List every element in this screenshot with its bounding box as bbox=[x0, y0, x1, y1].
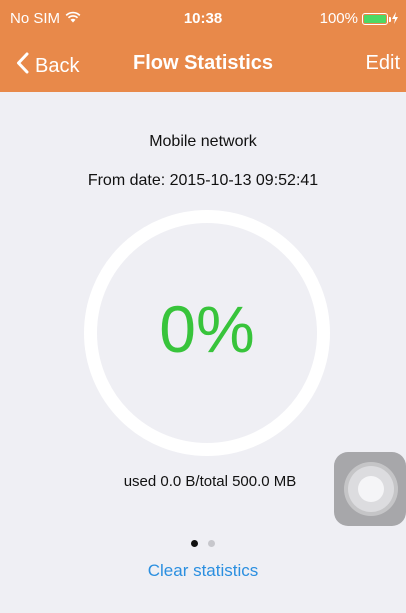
edit-button[interactable]: Edit bbox=[366, 52, 400, 75]
assistive-touch-button[interactable] bbox=[334, 452, 406, 526]
battery-group: 100% bbox=[320, 10, 398, 27]
battery-icon bbox=[362, 12, 391, 25]
assistive-touch-core bbox=[358, 476, 384, 502]
page-indicator[interactable] bbox=[0, 540, 406, 547]
page-dot-1[interactable] bbox=[191, 540, 198, 547]
page-title: Flow Statistics bbox=[132, 52, 274, 74]
usage-percent: 0% bbox=[159, 292, 255, 366]
assistive-touch-icon bbox=[348, 466, 394, 512]
usage-ring: 0% bbox=[84, 210, 330, 456]
battery-percent: 100% bbox=[319, 10, 358, 27]
app-header: No SIM 10:38 100% Back Flow Statistics E… bbox=[0, 0, 406, 92]
battery-fill bbox=[364, 14, 386, 23]
charging-icon bbox=[392, 11, 398, 26]
from-date-label: From date: 2015-10-13 09:52:41 bbox=[87, 172, 319, 189]
page-dot-2[interactable] bbox=[208, 540, 215, 547]
network-label: Mobile network bbox=[149, 133, 257, 150]
nav-bar: Back Flow Statistics Edit bbox=[0, 40, 406, 92]
status-bar: No SIM 10:38 100% bbox=[0, 0, 406, 40]
clear-statistics-button[interactable]: Clear statistics bbox=[0, 561, 406, 581]
